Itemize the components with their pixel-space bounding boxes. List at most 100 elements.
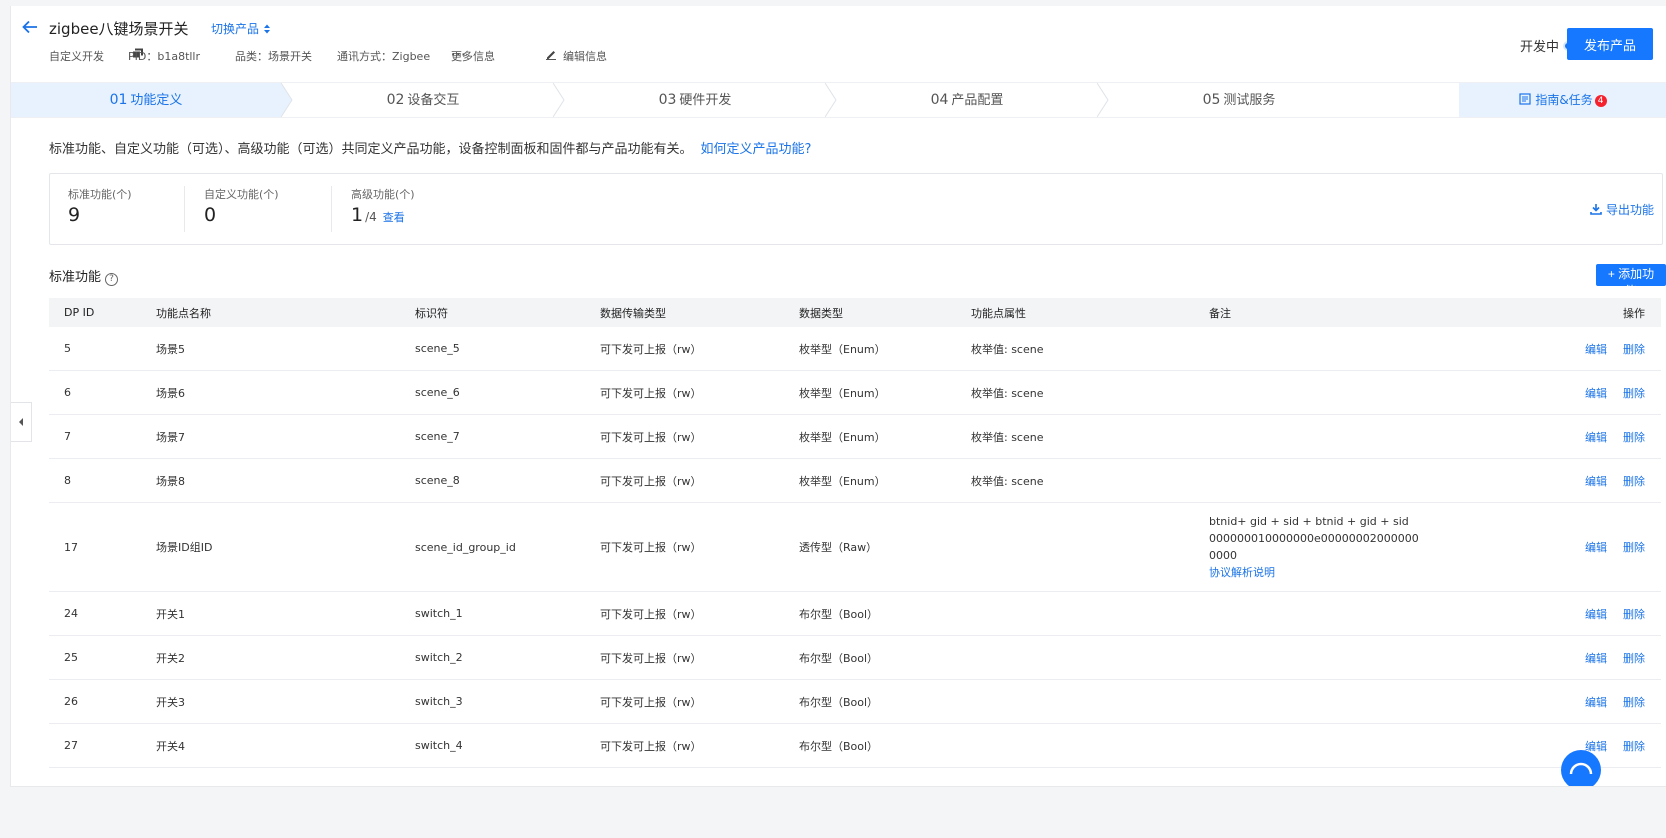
- stat-advanced-label: 高级功能(个): [351, 188, 415, 201]
- cell-actions: 编辑 删除: [1469, 327, 1661, 371]
- edit-button[interactable]: 编辑: [1585, 387, 1607, 400]
- edit-button[interactable]: 编辑: [1585, 696, 1607, 709]
- intro-text: 标准功能、自定义功能（可选）、高级功能（可选）共同定义产品功能，设备控制面板和固…: [49, 138, 811, 157]
- cell-actions: 编辑 删除: [1469, 370, 1661, 415]
- protocol-parse-link[interactable]: 协议解析说明: [1209, 566, 1275, 579]
- export-label: 导出功能: [1605, 203, 1654, 217]
- table-row: 26 开关3 switch_3 可下发可上报（rw） 布尔型（Bool） 编辑 删…: [49, 679, 1661, 724]
- delete-button[interactable]: 删除: [1623, 541, 1645, 554]
- stat-advanced-count: 1: [351, 204, 364, 226]
- edit-button[interactable]: 编辑: [1585, 475, 1607, 488]
- step-3[interactable]: 03 硬件开发: [565, 83, 825, 117]
- guide-tasks-tab[interactable]: 指南&任务 4: [1459, 83, 1666, 117]
- cell-dp-id: 24: [49, 591, 156, 636]
- delete-button[interactable]: 删除: [1623, 696, 1645, 709]
- cell-code: switch_4: [415, 723, 600, 768]
- cell-attr: [971, 591, 1209, 636]
- col-dp-id: DP ID: [49, 298, 156, 327]
- dev-type: 自定义开发: [49, 50, 104, 63]
- help-question-icon[interactable]: ?: [105, 273, 119, 286]
- section-title: 标准功能?: [49, 266, 119, 286]
- cell-name: 场景ID组ID: [156, 502, 415, 592]
- stat-advanced-total: /4: [365, 210, 377, 224]
- cell-code: switch_2: [415, 635, 600, 680]
- cell-code: scene_7: [415, 414, 600, 459]
- task-count-badge: 4: [1594, 95, 1607, 107]
- step-5-num: 05: [1202, 92, 1221, 108]
- pid-text: PID：b1a8tllr: [128, 50, 201, 63]
- delete-button[interactable]: 删除: [1623, 431, 1645, 444]
- edit-button[interactable]: 编辑: [1585, 652, 1607, 665]
- cell-dp-id: 6: [49, 370, 156, 415]
- delete-button[interactable]: 删除: [1623, 475, 1645, 488]
- cell-mode: 可下发可上报（rw）: [600, 635, 799, 680]
- cell-mode: 可下发可上报（rw）: [600, 502, 799, 592]
- step-5[interactable]: 05 测试服务: [1109, 83, 1369, 117]
- cell-attr: 枚举值: scene: [971, 327, 1209, 371]
- edit-button[interactable]: 编辑: [1585, 608, 1607, 621]
- table-row: 8 场景8 scene_8 可下发可上报（rw） 枚举型（Enum） 枚举值: …: [49, 458, 1661, 503]
- remark-line: btnid+ gid + sid + btnid + gid + sid: [1209, 515, 1409, 528]
- category: 品类：场景开关: [235, 50, 312, 63]
- edit-button[interactable]: 编辑: [1585, 431, 1607, 444]
- cell-name: 开关1: [156, 591, 415, 636]
- step-2-num: 02: [386, 92, 405, 108]
- cell-code: scene_8: [415, 458, 600, 503]
- cell-actions: 编辑 删除: [1469, 414, 1661, 459]
- step-4[interactable]: 04 产品配置: [837, 83, 1097, 117]
- switch-product-label: 切换产品: [211, 22, 260, 36]
- delete-button[interactable]: 删除: [1623, 740, 1645, 753]
- cell-remark: [1209, 591, 1469, 636]
- edit-button[interactable]: 编辑: [1585, 343, 1607, 356]
- cell-type: 布尔型（Bool）: [799, 723, 971, 768]
- sidebar-collapse-button[interactable]: [11, 402, 32, 442]
- delete-button[interactable]: 删除: [1623, 652, 1645, 665]
- publish-product-button[interactable]: 发布产品: [1567, 28, 1653, 60]
- delete-button[interactable]: 删除: [1623, 387, 1645, 400]
- delete-button[interactable]: 删除: [1623, 608, 1645, 621]
- edit-button[interactable]: 编辑: [1585, 541, 1607, 554]
- cell-mode: 可下发可上报（rw）: [600, 723, 799, 768]
- guide-book-icon: [1519, 93, 1531, 105]
- col-attr: 功能点属性: [971, 298, 1209, 327]
- edit-info-link[interactable]: 编辑信息: [545, 48, 607, 63]
- export-functions-button[interactable]: 导出功能: [1590, 201, 1654, 218]
- table-row: 7 场景7 scene_7 可下发可上报（rw） 枚举型（Enum） 枚举值: …: [49, 414, 1661, 459]
- product-header: zigbee八键场景开关 切换产品 自定义开发 PID：b1a8tllr 品类：…: [11, 6, 1666, 82]
- cell-mode: 可下发可上报（rw）: [600, 591, 799, 636]
- cell-actions: 编辑 删除: [1469, 635, 1661, 680]
- cell-actions: 编辑 删除: [1469, 591, 1661, 636]
- step-3-num: 03: [658, 92, 677, 108]
- cell-actions: 编辑 删除: [1469, 502, 1661, 592]
- cell-remark: [1209, 679, 1469, 724]
- step-1[interactable]: 01 功能定义: [11, 83, 281, 117]
- floating-help-button[interactable]: [1561, 750, 1601, 786]
- cell-actions: 编辑 删除: [1469, 679, 1661, 724]
- cell-type: 枚举型（Enum）: [799, 414, 971, 459]
- how-to-define-link[interactable]: 如何定义产品功能?: [701, 142, 812, 157]
- cell-dp-id: 25: [49, 635, 156, 680]
- divider: [184, 186, 185, 232]
- dev-status: 开发中: [1520, 36, 1571, 55]
- cell-remark: [1209, 635, 1469, 680]
- cell-mode: 可下发可上报（rw）: [600, 327, 799, 371]
- cell-code: scene_6: [415, 370, 600, 415]
- headset-icon: [1569, 762, 1593, 775]
- delete-button[interactable]: 删除: [1623, 343, 1645, 356]
- cell-remark: [1209, 370, 1469, 415]
- cell-type: 枚举型（Enum）: [799, 327, 971, 371]
- view-advanced-link[interactable]: 查看: [383, 211, 405, 224]
- step-2[interactable]: 02 设备交互: [293, 83, 553, 117]
- sort-caret-icon: [264, 24, 271, 34]
- cell-dp-id: 8: [49, 458, 156, 503]
- back-arrow-icon[interactable]: [21, 18, 41, 38]
- cell-attr: [971, 502, 1209, 592]
- switch-product-button[interactable]: 切换产品: [211, 20, 271, 37]
- stat-custom: 自定义功能(个) 0: [204, 186, 279, 226]
- col-code: 标识符: [415, 298, 600, 327]
- cell-type: 枚举型（Enum）: [799, 370, 971, 415]
- add-function-button[interactable]: + 添加功能: [1596, 264, 1666, 298]
- cell-mode: 可下发可上报（rw）: [600, 370, 799, 415]
- stat-standard: 标准功能(个) 9: [68, 186, 132, 226]
- cell-dp-id: 17: [49, 502, 156, 592]
